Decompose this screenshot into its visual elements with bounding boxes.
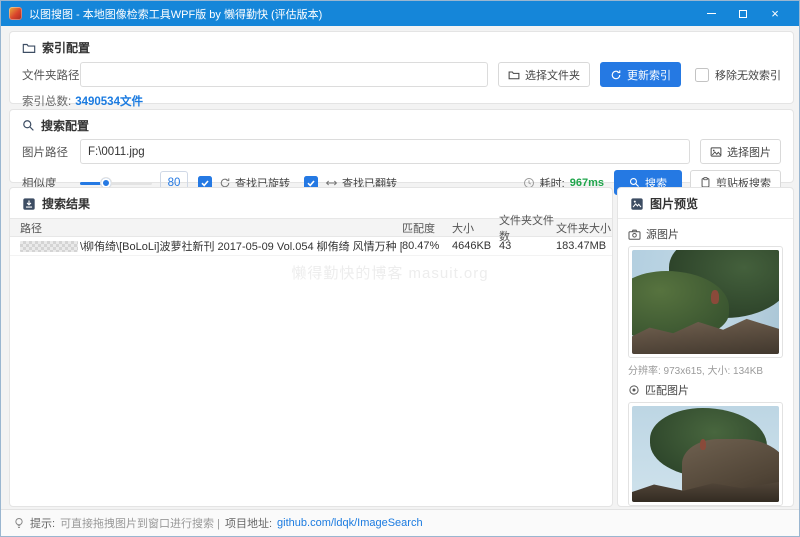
index-total-row: 索引总数: 3490534文件 (10, 87, 793, 109)
check-icon (201, 179, 209, 187)
folder-path-input[interactable] (80, 62, 488, 87)
refresh-icon (611, 69, 621, 79)
statusbar: 提示: 可直接拖拽图片到窗口进行搜索 | 项目地址: github.com/ld… (1, 509, 799, 536)
person (699, 438, 706, 450)
table-row[interactable]: \柳侑绮\[BoLoLi]波萝社新刊 2017-05-09 Vol.054 柳侑… (10, 237, 612, 256)
select-image-button[interactable]: 选择图片 (700, 139, 781, 164)
minimize-icon (706, 13, 716, 14)
app-icon (9, 7, 22, 20)
column-folder-size[interactable]: 文件夹大小 (556, 220, 612, 236)
image-path-label: 图片路径 (22, 146, 68, 159)
image-path-row: 图片路径 选择图片 (10, 139, 793, 164)
matched-image-label: 匹配图片 (645, 385, 689, 397)
watermark: 懒得勤快的博客 masuit.org (291, 265, 489, 282)
image-preview-panel: 图片预览 源图片 分辨率: 973x615, 大小: 134KB 匹配图片 (617, 187, 794, 525)
target-icon (629, 385, 639, 395)
matched-preview-image (632, 406, 779, 502)
search-config-title: 搜索配置 (41, 119, 90, 133)
result-path-cell: \柳侑绮\[BoLoLi]波萝社新刊 2017-05-09 Vol.054 柳侑… (10, 238, 402, 254)
folder-open-icon (508, 70, 520, 79)
column-folder-files[interactable]: 文件夹文件数 (499, 212, 556, 244)
flip-icon (325, 180, 338, 185)
maximize-icon (739, 9, 747, 18)
camera-icon (628, 229, 641, 240)
window-controls: × (695, 1, 791, 26)
folder-path-row: 文件夹路径 选择文件夹 更新索引 移除无效索引 (10, 62, 793, 87)
update-index-button[interactable]: 更新索引 (600, 62, 681, 87)
source-image-thumb[interactable] (628, 246, 783, 358)
folder-path-label: 文件夹路径 (22, 69, 80, 82)
result-match-cell: 80.47% (402, 240, 440, 252)
image-icon (710, 146, 722, 157)
remove-invalid-checkbox[interactable] (695, 67, 709, 82)
index-config-title: 索引配置 (42, 41, 91, 55)
source-image-info: 分辨率: 973x615, 大小: 134KB (628, 366, 764, 377)
folder-icon (22, 43, 36, 53)
project-label: 项目地址: (224, 518, 273, 530)
titlebar: 以图搜图 - 本地图像检索工具WPF版 by 懒得勤快 (评估版本) × (1, 1, 799, 26)
index-total-value: 3490534文件 (75, 96, 143, 108)
source-image-label-row: 源图片 (628, 226, 783, 242)
source-preview-image (632, 250, 779, 354)
select-folder-button[interactable]: 选择文件夹 (498, 62, 590, 87)
search-results-panel: 搜索结果 路径 匹配度 大小 文件夹文件数 文件夹大小 \柳侑绮\[BoLoLi… (9, 187, 613, 507)
column-path[interactable]: 路径 (10, 220, 402, 236)
result-folder-files-cell: 43 (499, 240, 512, 252)
image-path-input[interactable] (80, 139, 690, 164)
image-preview-title: 图片预览 (650, 197, 699, 211)
results-box-icon (23, 197, 35, 210)
lightbulb-icon (15, 517, 23, 528)
search-results-title: 搜索结果 (42, 197, 91, 211)
minimize-button[interactable] (695, 1, 727, 26)
person (711, 289, 720, 304)
index-total-label: 索引总数: (22, 96, 72, 108)
matched-image-label-row: 匹配图片 (628, 382, 783, 398)
close-button[interactable]: × (759, 1, 791, 26)
source-image-label: 源图片 (646, 229, 679, 241)
result-folder-size-cell: 183.47MB (556, 240, 607, 252)
image-preview-header: 图片预览 (618, 188, 793, 219)
window-title: 以图搜图 - 本地图像检索工具WPF版 by 懒得勤快 (评估版本) (29, 8, 323, 21)
matched-image-thumb[interactable] (628, 402, 783, 506)
maximize-button[interactable] (727, 1, 759, 26)
column-match[interactable]: 匹配度 (402, 220, 452, 236)
blurred-path-prefix (20, 241, 78, 252)
search-icon (23, 120, 34, 131)
index-config-header: 索引配置 (10, 32, 793, 59)
remove-invalid-label: 移除无效索引 (715, 69, 781, 82)
check-icon (307, 179, 315, 187)
result-size-cell: 4646KB (452, 240, 492, 252)
project-link[interactable]: github.com/ldqk/ImageSearch (277, 517, 423, 529)
app-window: 以图搜图 - 本地图像检索工具WPF版 by 懒得勤快 (评估版本) × 索引配… (0, 0, 800, 537)
preview-image-icon (631, 197, 643, 210)
tip-label: 提示: (30, 518, 56, 530)
index-config-panel: 索引配置 文件夹路径 选择文件夹 更新索引 移除无效索引 索引总数: 34905… (9, 31, 794, 108)
column-size[interactable]: 大小 (452, 220, 499, 236)
tip-text: 可直接拖拽图片到窗口进行搜索 | (60, 518, 220, 530)
results-table-header: 路径 匹配度 大小 文件夹文件数 文件夹大小 (10, 215, 612, 243)
preview-body: 源图片 分辨率: 973x615, 大小: 134KB 匹配图片 (618, 219, 793, 534)
search-config-header: 搜索配置 (10, 110, 793, 137)
search-config-panel: 搜索配置 图片路径 选择图片 相似度 80 查找已旋转 (9, 109, 794, 195)
